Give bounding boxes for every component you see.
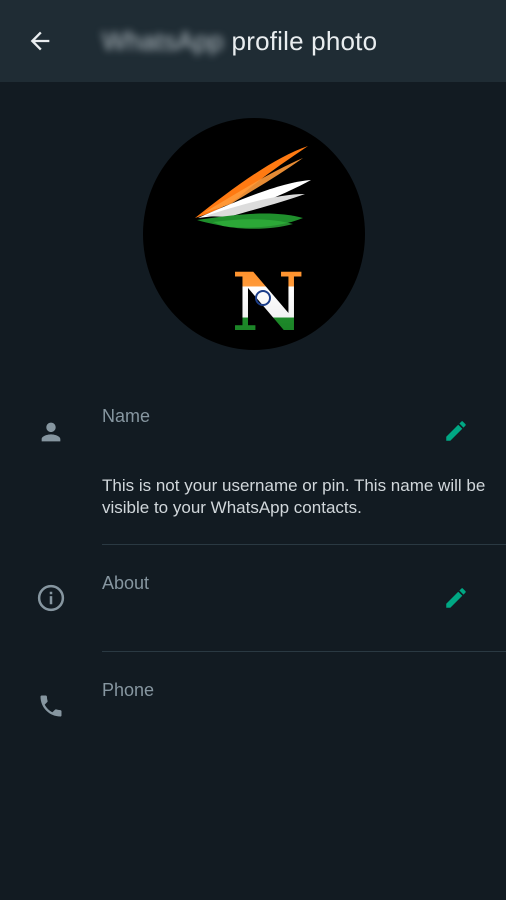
pencil-icon <box>446 588 466 608</box>
person-icon <box>36 417 66 447</box>
app-name-blurred: WhatsApp <box>102 25 224 56</box>
divider <box>102 651 506 652</box>
name-label: Name <box>102 406 151 426</box>
phone-label: Phone <box>102 680 155 700</box>
page-title: WhatsApp profile photo <box>102 26 377 57</box>
back-button[interactable] <box>15 16 65 66</box>
about-label: About <box>102 573 150 593</box>
arrow-left-icon <box>30 31 50 51</box>
info-icon <box>36 583 66 613</box>
phone-row: Phone <box>0 676 506 746</box>
edit-about-button[interactable] <box>440 582 472 614</box>
divider <box>102 544 506 545</box>
profile-photo-image: N <box>195 146 311 349</box>
name-row: Name This is not your username or pin. T… <box>0 400 506 545</box>
title-text: profile photo <box>231 25 378 56</box>
edit-name-button[interactable] <box>440 415 472 447</box>
name-helper-text: This is not your username or pin. This n… <box>102 476 486 517</box>
profile-photo[interactable]: N <box>143 118 365 350</box>
app-bar: WhatsApp profile photo <box>0 0 506 82</box>
phone-icon <box>36 691 66 721</box>
pencil-icon <box>446 421 466 441</box>
profile-screen: WhatsApp profile photo N Name This is no… <box>0 0 506 900</box>
about-row: About <box>0 568 506 652</box>
